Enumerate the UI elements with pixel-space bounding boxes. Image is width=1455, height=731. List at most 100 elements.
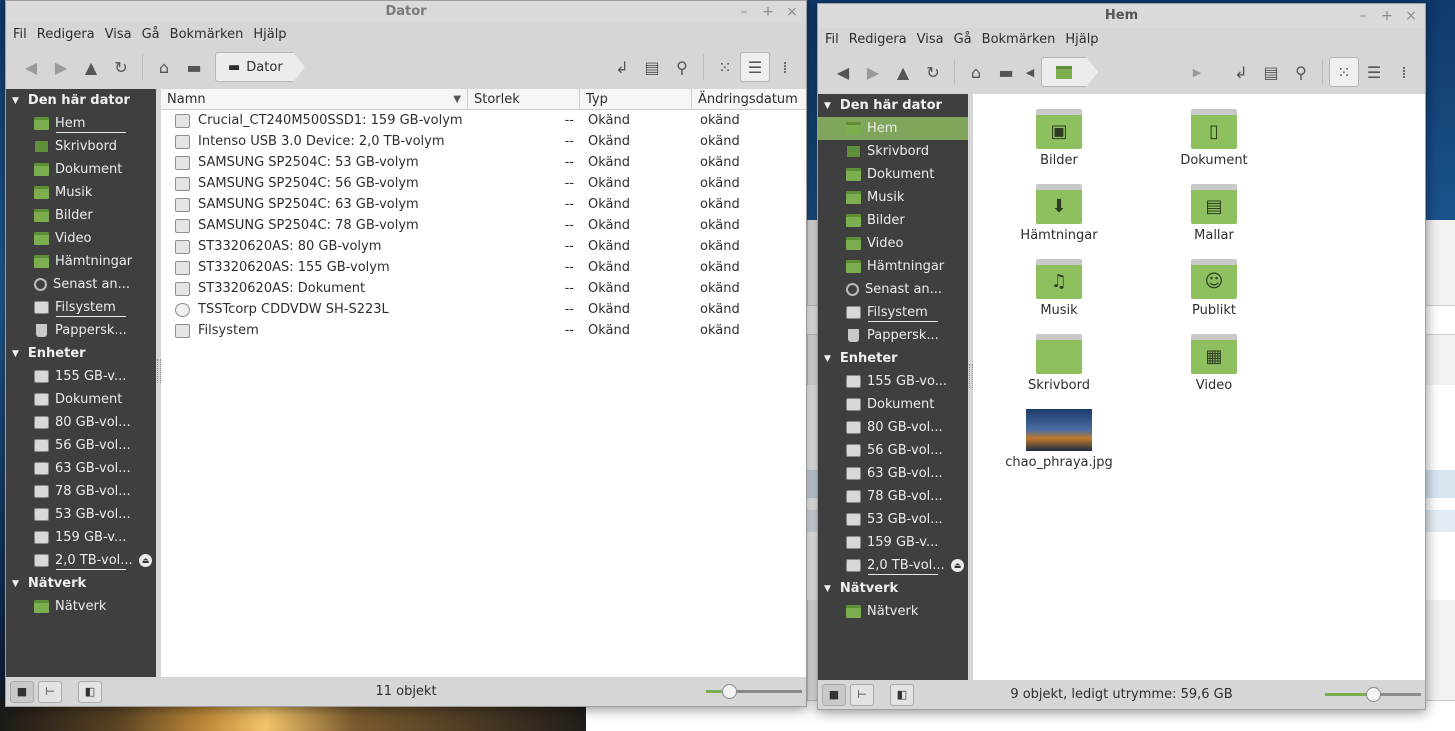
toggle-location-button[interactable]: ↲ bbox=[607, 52, 637, 82]
show-treeview-button[interactable]: ⊢ bbox=[38, 680, 62, 703]
up-button[interactable]: ▲ bbox=[888, 57, 918, 87]
menu-bokmärken[interactable]: Bokmärken bbox=[165, 27, 249, 42]
list-view[interactable]: Namn ▼ Storlek Typ Ändringsdatum Crucial_… bbox=[161, 89, 806, 677]
table-row[interactable]: SAMSUNG SP2504C: 56 GB-volym -- Okänd okänd bbox=[161, 173, 806, 194]
menu-visa[interactable]: Visa bbox=[100, 27, 137, 42]
sidebar-item-56-gb-vol[interactable]: 56 GB-vol... bbox=[818, 439, 968, 462]
home-button[interactable]: ⌂ bbox=[149, 52, 179, 82]
eject-icon[interactable]: ⏏ bbox=[951, 559, 964, 572]
sidebar-item-nätverk[interactable]: Nätverk bbox=[818, 600, 968, 623]
table-row[interactable]: SAMSUNG SP2504C: 63 GB-volym -- Okänd okänd bbox=[161, 194, 806, 215]
sidebar-item-2-0-tb-vol[interactable]: 2,0 TB-vol... ⏏ bbox=[6, 549, 156, 572]
table-row[interactable]: ST3320620AS: Dokument -- Okänd okänd bbox=[161, 278, 806, 299]
maximize-icon[interactable]: + bbox=[760, 1, 776, 23]
icon-item-publikt[interactable]: ☺ Publikt bbox=[1149, 259, 1279, 318]
table-row[interactable]: Crucial_CT240M500SSD1: 159 GB-volym -- Okä… bbox=[161, 110, 806, 131]
sidebar-item-155-gb-vo[interactable]: 155 GB-vo... bbox=[818, 370, 968, 393]
sidebar-item-dokument[interactable]: Dokument bbox=[818, 393, 968, 416]
sidebar-section-den-här-dator[interactable]: ▼ Den här dator bbox=[818, 94, 968, 117]
sidebar-item-musik[interactable]: Musik bbox=[6, 181, 156, 204]
sidebar-item-senast-an[interactable]: Senast an... bbox=[6, 273, 156, 296]
sidebar-section-enheter[interactable]: ▼ Enheter bbox=[818, 347, 968, 370]
column-header-size[interactable]: Storlek bbox=[468, 89, 580, 109]
icon-view-button[interactable]: ⁙ bbox=[710, 52, 740, 82]
sidebar-item-filsystem[interactable]: Filsystem bbox=[818, 301, 968, 324]
search-button[interactable]: ⚲ bbox=[1286, 57, 1316, 87]
reload-button[interactable]: ↻ bbox=[106, 52, 136, 82]
minimize-icon[interactable]: – bbox=[1355, 4, 1371, 28]
sidebar-section-nätverk[interactable]: ▼ Nätverk bbox=[6, 572, 156, 595]
icon-item-musik[interactable]: ♫ Musik bbox=[994, 259, 1124, 318]
toggle-location-button[interactable]: ↲ bbox=[1226, 57, 1256, 87]
sidebar-section-enheter[interactable]: ▼ Enheter bbox=[6, 342, 156, 365]
sidebar-item-63-gb-vol[interactable]: 63 GB-vol... bbox=[818, 462, 968, 485]
column-header-date[interactable]: Ändringsdatum bbox=[692, 89, 804, 109]
file-manager-window-hem[interactable]: Hem – + × Fil Redigera Visa Gå Bokmärken Hjäl… bbox=[817, 3, 1426, 710]
show-places-button[interactable]: ■ bbox=[822, 683, 846, 706]
menu-fil[interactable]: Fil bbox=[820, 32, 844, 47]
computer-button[interactable]: ▬ bbox=[179, 52, 209, 82]
open-terminal-button[interactable]: ▤ bbox=[637, 52, 667, 82]
zoom-knob[interactable] bbox=[1366, 687, 1381, 702]
sidebar-item-video[interactable]: Video bbox=[6, 227, 156, 250]
icon-view[interactable]: ▣ Bilder ▯ Dokument ⬇ Hämtningar ▤ Mallar ♫ Musik… bbox=[973, 94, 1425, 680]
sidebar-item-dokument[interactable]: Dokument bbox=[6, 158, 156, 181]
forward-button[interactable]: ▶ bbox=[46, 52, 76, 82]
icon-item-bilder[interactable]: ▣ Bilder bbox=[994, 109, 1124, 168]
menu-visa[interactable]: Visa bbox=[912, 32, 949, 47]
sidebar-item-159-gb-v[interactable]: 159 GB-v... bbox=[6, 526, 156, 549]
zoom-slider[interactable] bbox=[706, 684, 802, 699]
sidebar-item-53-gb-vol[interactable]: 53 GB-vol... bbox=[6, 503, 156, 526]
menu-bokmärken[interactable]: Bokmärken bbox=[977, 32, 1061, 47]
toggle-sidebar-button[interactable]: ◧ bbox=[890, 683, 914, 706]
sidebar-item-78-gb-vol[interactable]: 78 GB-vol... bbox=[6, 480, 156, 503]
computer-button[interactable]: ▬ bbox=[991, 57, 1021, 87]
icon-item-skrivbord[interactable]: Skrivbord bbox=[994, 334, 1124, 393]
window-titlebar[interactable]: Dator – + × bbox=[6, 1, 806, 23]
sidebar-item-video[interactable]: Video bbox=[818, 232, 968, 255]
menu-hjälp[interactable]: Hjälp bbox=[248, 27, 291, 42]
window-titlebar[interactable]: Hem – + × bbox=[818, 4, 1425, 28]
forward-button[interactable]: ▶ bbox=[858, 57, 888, 87]
menu-redigera[interactable]: Redigera bbox=[32, 27, 100, 42]
sidebar-item-2-0-tb-vol[interactable]: 2,0 TB-vol... ⏏ bbox=[818, 554, 968, 577]
list-view-button[interactable]: ☰ bbox=[1359, 57, 1389, 87]
path-scroll-left-button[interactable]: ◀ bbox=[1021, 57, 1039, 87]
menu-gå[interactable]: Gå bbox=[137, 27, 165, 42]
sidebar-item-pappersk[interactable]: Pappersk... bbox=[818, 324, 968, 347]
sidebar-section-den-här-dator[interactable]: ▼ Den här dator bbox=[6, 89, 156, 112]
list-view-button[interactable]: ☰ bbox=[740, 52, 770, 82]
path-button-home[interactable] bbox=[1041, 57, 1098, 87]
back-button[interactable]: ◀ bbox=[16, 52, 46, 82]
show-treeview-button[interactable]: ⊢ bbox=[850, 683, 874, 706]
minimize-icon[interactable]: – bbox=[736, 1, 752, 23]
sidebar-item-nätverk[interactable]: Nätverk bbox=[6, 595, 156, 618]
sidebar-item-53-gb-vol[interactable]: 53 GB-vol... bbox=[818, 508, 968, 531]
icon-view-button[interactable]: ⁙ bbox=[1329, 57, 1359, 87]
menu-gå[interactable]: Gå bbox=[949, 32, 977, 47]
sidebar-item-filsystem[interactable]: Filsystem bbox=[6, 296, 156, 319]
close-icon[interactable]: × bbox=[1403, 4, 1419, 28]
sidebar-item-dokument[interactable]: Dokument bbox=[818, 163, 968, 186]
up-button[interactable]: ▲ bbox=[76, 52, 106, 82]
sidebar-item-159-gb-v[interactable]: 159 GB-v... bbox=[818, 531, 968, 554]
close-icon[interactable]: × bbox=[784, 1, 800, 23]
sidebar-item-155-gb-v[interactable]: 155 GB-v... bbox=[6, 365, 156, 388]
sidebar-section-nätverk[interactable]: ▼ Nätverk bbox=[818, 577, 968, 600]
sidebar-item-musik[interactable]: Musik bbox=[818, 186, 968, 209]
table-row[interactable]: ST3320620AS: 155 GB-volym -- Okänd okänd bbox=[161, 257, 806, 278]
table-row[interactable]: SAMSUNG SP2504C: 53 GB-volym -- Okänd okänd bbox=[161, 152, 806, 173]
column-header-name[interactable]: Namn ▼ bbox=[161, 89, 468, 109]
icon-item-chao-phraya-jpg[interactable]: chao_phraya.jpg bbox=[994, 409, 1124, 470]
icon-item-mallar[interactable]: ▤ Mallar bbox=[1149, 184, 1279, 243]
sidebar-item-80-gb-vol[interactable]: 80 GB-vol... bbox=[6, 411, 156, 434]
table-row[interactable]: Filsystem -- Okänd okänd bbox=[161, 320, 806, 341]
search-button[interactable]: ⚲ bbox=[667, 52, 697, 82]
icon-item-video[interactable]: ▦ Video bbox=[1149, 334, 1279, 393]
menu-hjälp[interactable]: Hjälp bbox=[1060, 32, 1103, 47]
sidebar-item-78-gb-vol[interactable]: 78 GB-vol... bbox=[818, 485, 968, 508]
places-sidebar[interactable]: ▼ Den här dator Hem Skrivbord Dokument Musik B… bbox=[818, 94, 968, 680]
sidebar-item-bilder[interactable]: Bilder bbox=[818, 209, 968, 232]
sidebar-item-skrivbord[interactable]: Skrivbord bbox=[6, 135, 156, 158]
sidebar-item-hem[interactable]: Hem bbox=[818, 117, 968, 140]
